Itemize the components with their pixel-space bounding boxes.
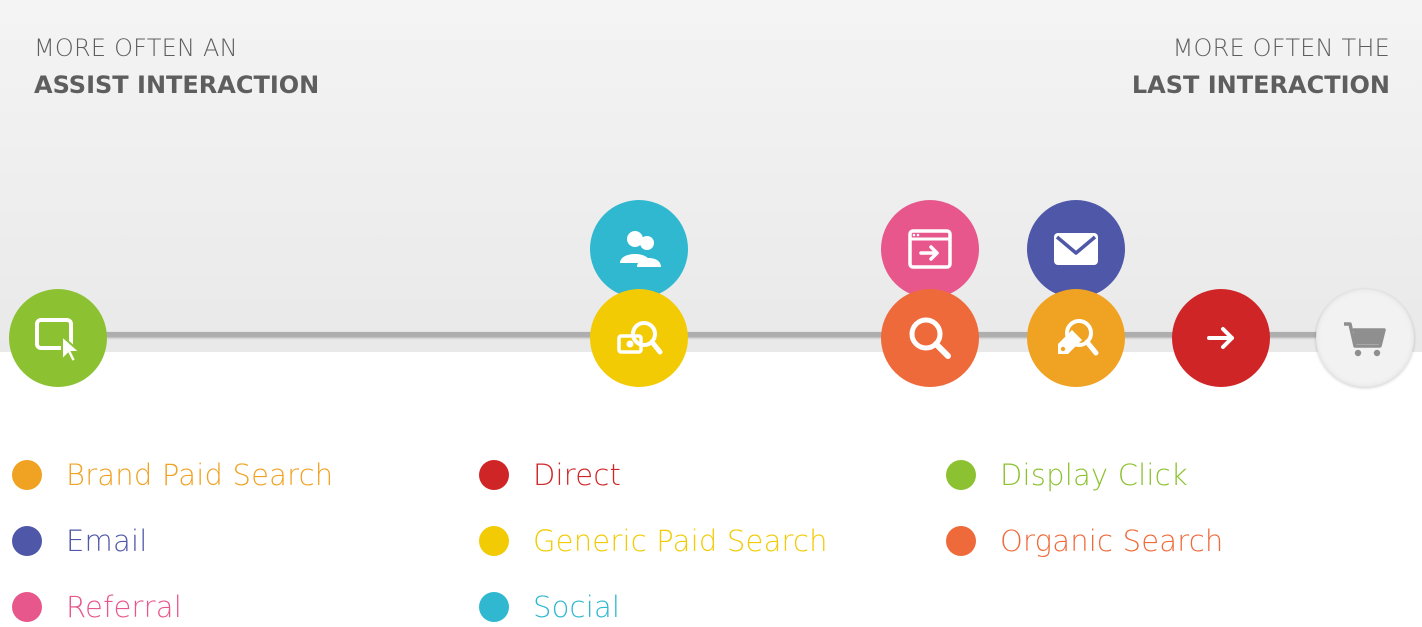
- legend-label: Generic Paid Search: [533, 524, 828, 558]
- node-email: [1027, 200, 1125, 298]
- legend-item-display-click: Display Click: [946, 455, 1188, 495]
- envelope-icon: [1054, 233, 1098, 265]
- legend-dot: [479, 526, 509, 556]
- node-direct: [1172, 289, 1270, 387]
- last-label: MORE OFTEN THE LAST INTERACTION: [1132, 30, 1390, 104]
- last-label-line2: LAST INTERACTION: [1131, 71, 1390, 99]
- legend-item-social: Social: [479, 587, 620, 627]
- node-display-click: [9, 289, 107, 387]
- arrow-right-icon: [1207, 327, 1234, 349]
- legend-dot: [479, 460, 509, 490]
- legend-dot: [12, 592, 42, 622]
- legend-dot: [12, 460, 42, 490]
- node-organic-search: [881, 289, 979, 387]
- legend-dot: [946, 460, 976, 490]
- magnifier-icon: [909, 317, 951, 359]
- node-shopping-cart: [1316, 289, 1414, 387]
- legend-label: Direct: [533, 458, 622, 492]
- tag-search-icon: [1058, 319, 1099, 356]
- node-referral: [881, 200, 979, 298]
- legend-item-referral: Referral: [12, 587, 182, 627]
- legend-label: Referral: [66, 590, 183, 624]
- legend-label: Organic Search: [1000, 524, 1224, 558]
- legend-dot: [12, 526, 42, 556]
- browser-arrow-icon: [908, 229, 952, 269]
- legend-dot: [946, 526, 976, 556]
- legend-item-email: Email: [12, 521, 147, 561]
- legend-item-direct: Direct: [479, 455, 621, 495]
- node-generic-paid-search: [590, 289, 688, 387]
- assist-label-line1: MORE OFTEN AN: [34, 34, 238, 62]
- money-search-icon: [617, 321, 663, 355]
- assist-label: MORE OFTEN AN ASSIST INTERACTION: [34, 30, 319, 104]
- legend-label: Brand Paid Search: [66, 458, 334, 492]
- assist-label-line2: ASSIST INTERACTION: [34, 71, 320, 99]
- legend-item-generic-paid-search: Generic Paid Search: [479, 521, 828, 561]
- last-label-line1: MORE OFTEN THE: [1172, 34, 1390, 62]
- legend-label: Display Click: [1000, 458, 1188, 492]
- legend-label: Email: [66, 524, 148, 558]
- people-icon: [620, 231, 661, 267]
- node-social: [590, 200, 688, 298]
- legend-label: Social: [533, 590, 621, 624]
- legend-item-organic-search: Organic Search: [946, 521, 1223, 561]
- node-brand-paid-search: [1027, 289, 1125, 387]
- shopping-cart-icon: [1344, 322, 1386, 357]
- legend-dot: [479, 592, 509, 622]
- legend-item-brand-paid-search: Brand Paid Search: [12, 455, 333, 495]
- cursor-window-icon: [35, 318, 83, 364]
